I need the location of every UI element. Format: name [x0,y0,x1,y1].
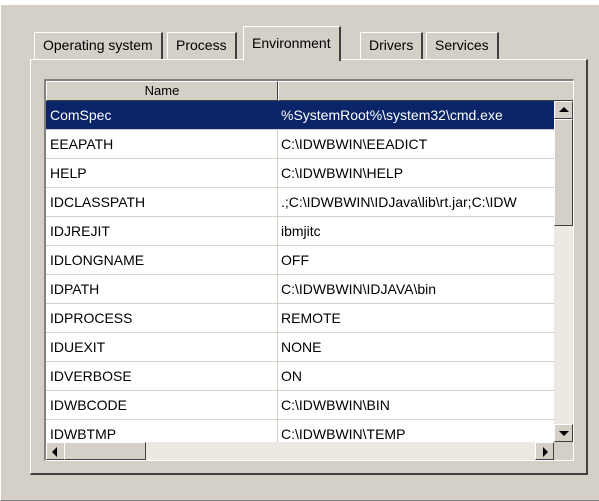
variable-value: REMOTE [281,310,341,326]
scroll-up-icon [559,107,569,112]
variable-name: IDWBTMP [46,420,278,442]
list-item[interactable]: IDWBCODE C:\IDWBWIN\BIN [46,391,554,420]
scroll-right-icon [543,447,548,457]
list-item[interactable]: IDCLASSPATH .;C:\IDWBWIN\IDJava\lib\rt.j… [46,188,554,217]
horizontal-scroll-thumb[interactable] [64,442,146,460]
variable-value: .;C:\IDWBWIN\IDJava\lib\rt.jar;C:\IDW [281,194,517,210]
variable-name: IDVERBOSE [46,362,278,390]
variable-name: EEAPATH [46,130,278,158]
tab-drivers[interactable]: Drivers [360,32,424,59]
variable-name: IDPROCESS [46,304,278,332]
scroll-left-button[interactable] [46,442,65,460]
variable-value: %SystemRoot%\system32\cmd.exe [281,107,503,123]
scroll-down-icon [559,431,569,436]
vertical-scrollbar[interactable] [554,101,573,442]
top-edge [0,0,599,5]
scroll-left-icon [52,447,57,457]
list-item[interactable]: IDUEXIT NONE [46,333,554,362]
variable-name: IDCLASSPATH [46,188,278,216]
list-item[interactable]: IDJREJIT ibmjitc [46,217,554,246]
horizontal-scrollbar[interactable] [46,442,554,460]
list-item[interactable]: IDPATH C:\IDWBWIN\IDJAVA\bin [46,275,554,304]
variable-name: HELP [46,159,278,187]
tab-environment[interactable]: Environment [243,26,341,61]
column-header-value[interactable] [278,81,573,101]
tab-operating-system[interactable]: Operating system [34,32,163,59]
scroll-right-button[interactable] [535,442,554,460]
variable-value: OFF [281,252,309,268]
tab-process[interactable]: Process [167,32,237,59]
list-item[interactable]: ComSpec %SystemRoot%\system32\cmd.exe [46,101,554,130]
list-item[interactable]: IDLONGNAME OFF [46,246,554,275]
list-item[interactable]: IDVERBOSE ON [46,362,554,391]
list-item[interactable]: IDWBTMP C:\IDWBWIN\TEMP [46,420,554,442]
variable-name: IDWBCODE [46,391,278,419]
variable-value: C:\IDWBWIN\IDJAVA\bin [281,281,437,297]
variable-value: C:\IDWBWIN\BIN [281,397,390,413]
variable-value: NONE [281,339,322,355]
environment-list[interactable]: Name ComSpec %SystemRoot%\system32\cmd.e… [44,79,574,461]
variable-name: IDJREJIT [46,217,278,245]
list-item[interactable]: IDPROCESS REMOTE [46,304,554,333]
variable-value: C:\IDWBWIN\HELP [281,165,404,181]
variable-value: C:\IDWBWIN\TEMP [281,426,406,442]
scroll-up-button[interactable] [554,101,573,119]
variable-value: ibmjitc [281,223,321,239]
variable-name: IDLONGNAME [46,246,278,274]
tab-services[interactable]: Services [426,32,499,59]
column-header-name[interactable]: Name [46,81,278,101]
scrollbar-corner [554,442,573,460]
variable-name: ComSpec [46,101,278,129]
variable-name: IDPATH [46,275,278,303]
scroll-down-button[interactable] [554,424,573,442]
list-item[interactable]: HELP C:\IDWBWIN\HELP [46,159,554,188]
list-item[interactable]: EEAPATH C:\IDWBWIN\EEADICT [46,130,554,159]
vertical-scroll-thumb[interactable] [554,119,573,226]
variable-value: C:\IDWBWIN\EEADICT [281,136,428,152]
variable-name: IDUEXIT [46,333,278,361]
list-rows: ComSpec %SystemRoot%\system32\cmd.exe EE… [46,101,554,442]
variable-value: ON [281,368,302,384]
list-header: Name [46,81,573,101]
